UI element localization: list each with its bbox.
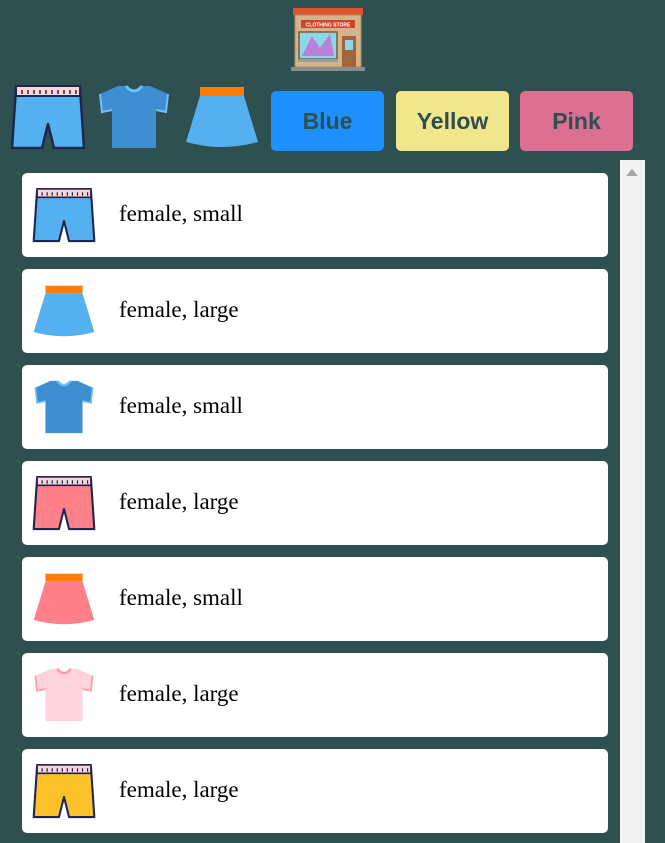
list-item[interactable]: female, large xyxy=(22,749,608,833)
shorts-icon xyxy=(32,185,96,245)
shorts-icon xyxy=(32,473,96,533)
clothing-store-icon: CLOTHING STORE xyxy=(290,6,366,72)
item-label: female, large xyxy=(119,681,239,706)
filter-skirt-button[interactable] xyxy=(184,82,260,152)
item-label: female, small xyxy=(119,585,243,610)
shorts-icon xyxy=(10,85,86,150)
filter-bar: Blue Yellow Pink xyxy=(0,80,665,160)
item-label: female, large xyxy=(119,297,239,322)
tshirt-icon xyxy=(32,377,96,437)
color-filter-blue-button[interactable]: Blue xyxy=(271,91,384,151)
scroll-up-arrow-icon[interactable] xyxy=(626,169,638,176)
skirt-icon xyxy=(32,569,96,629)
list-item[interactable]: female, large xyxy=(22,653,608,737)
list-item[interactable]: female, large xyxy=(22,269,608,353)
skirt-icon xyxy=(186,87,258,147)
filter-tshirt-button[interactable] xyxy=(96,82,172,152)
list-item[interactable]: female, small xyxy=(22,365,608,449)
color-filter-yellow-button[interactable]: Yellow xyxy=(396,91,509,151)
tshirt-icon xyxy=(32,665,96,725)
filter-shorts-button[interactable] xyxy=(10,82,86,152)
shorts-icon xyxy=(32,761,96,821)
item-label: female, small xyxy=(119,201,243,226)
item-label: female, large xyxy=(119,777,239,802)
list-item[interactable]: female, small xyxy=(22,557,608,641)
scrollbar[interactable] xyxy=(620,160,645,843)
item-label: female, small xyxy=(119,393,243,418)
list-item[interactable]: female, small xyxy=(22,173,608,257)
product-list: female, small female, large female, smal… xyxy=(0,160,665,843)
tshirt-icon xyxy=(99,85,169,148)
item-label: female, large xyxy=(119,489,239,514)
color-filter-pink-button[interactable]: Pink xyxy=(520,91,633,151)
list-item[interactable]: female, large xyxy=(22,461,608,545)
store-sign-text: CLOTHING STORE xyxy=(306,23,351,29)
skirt-icon xyxy=(32,281,96,341)
